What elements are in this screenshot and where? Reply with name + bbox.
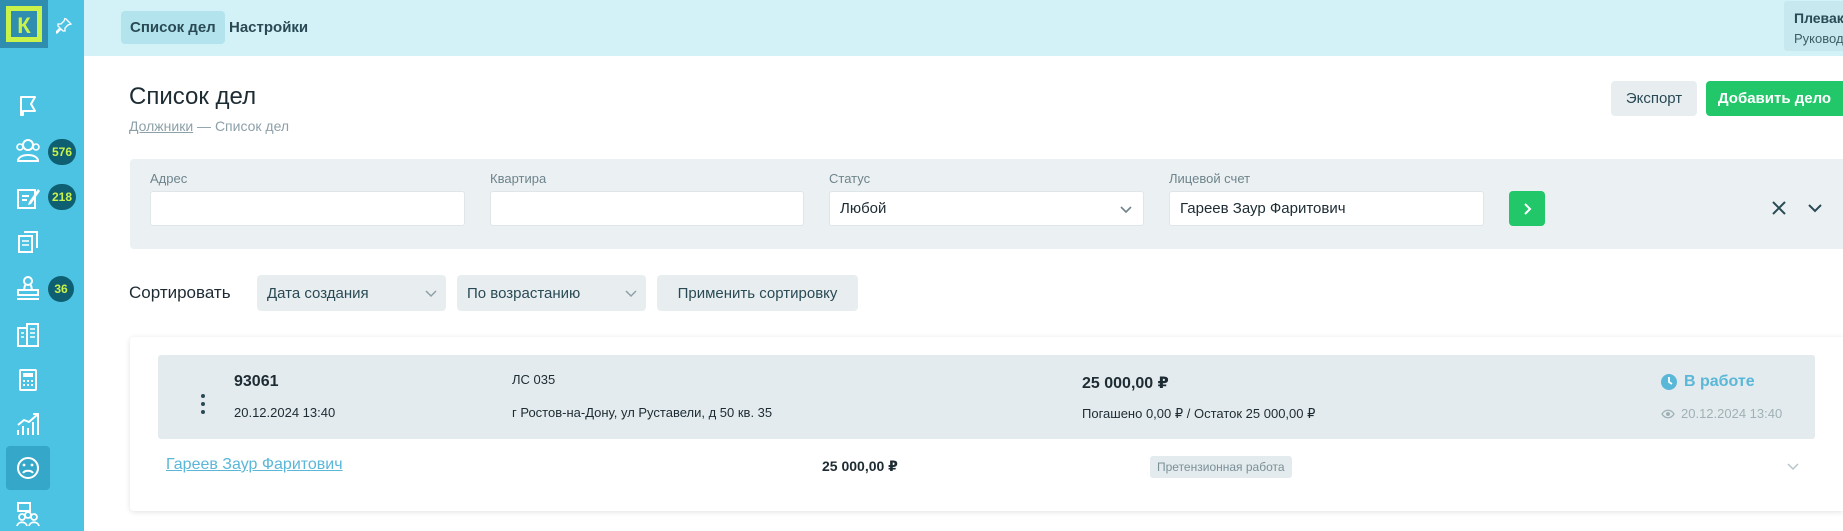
case-status: В работе (1660, 373, 1755, 391)
logo-icon: К (6, 6, 42, 42)
building-icon (17, 323, 39, 347)
debtor-sum: 25 000,00 ₽ (822, 458, 898, 474)
user-name: Плевако Д. В. (1794, 10, 1843, 26)
clock-icon (1661, 374, 1677, 390)
sidebar-item-court[interactable] (6, 266, 50, 310)
stage-badge: Претензионная работа (1150, 456, 1292, 478)
sad-face-icon (17, 457, 39, 479)
chevron-down-icon (625, 290, 637, 298)
sidebar-item-team[interactable] (6, 492, 50, 531)
chevron-down-icon (1808, 204, 1822, 213)
documents-count-badge: 218 (48, 184, 77, 210)
logo[interactable]: К (0, 0, 48, 48)
more-vertical-icon[interactable] (200, 393, 206, 415)
svg-text:К: К (17, 13, 31, 38)
case-updated: 20.12.2024 13:40 (1661, 406, 1782, 421)
analytics-icon (17, 413, 39, 435)
sidebar-item-debts[interactable] (6, 446, 50, 490)
apartment-input[interactable] (490, 191, 804, 226)
calculator-icon (19, 369, 37, 391)
tab-case-list[interactable]: Список дел (121, 11, 225, 44)
pin-icon[interactable] (52, 14, 76, 38)
sort-order-select[interactable]: По возрастанию (457, 275, 646, 311)
account-label: Лицевой счет (1169, 171, 1251, 186)
status-select-value: Любой (840, 200, 887, 217)
sort-label: Сортировать (129, 283, 231, 302)
filter-panel: Адрес Квартира Статус Любой Лицевой счет… (130, 159, 1843, 249)
case-account: ЛС 035 (512, 372, 556, 387)
breadcrumb: Должники — Список дел (129, 118, 289, 134)
case-summary-row[interactable]: 93061 20.12.2024 13:40 ЛС 035 г Ростов-н… (158, 355, 1815, 439)
case-paid-remaining: Погашено 0,00 ₽ / Остаток 25 000,00 ₽ (1082, 406, 1316, 421)
sidebar-item-files[interactable] (6, 220, 50, 264)
breadcrumb-separator: — (197, 118, 212, 134)
search-submit-button[interactable] (1509, 191, 1545, 226)
documents-icon (18, 231, 38, 253)
status-label: Статус (829, 171, 871, 186)
sort-order-value: По возрастанию (467, 284, 581, 302)
address-label: Адрес (150, 171, 188, 186)
debtor-link[interactable]: Гареев Заур Фаритович (166, 456, 343, 474)
case-address: г Ростов-на-Дону, ул Руставели, д 50 кв.… (512, 405, 773, 420)
case-sum: 25 000,00 ₽ (1082, 375, 1169, 392)
sidebar: К 576 218 36 (0, 0, 84, 531)
sidebar-item-buildings[interactable] (6, 313, 50, 357)
sort-field-value: Дата создания (267, 284, 369, 302)
case-updated-date: 20.12.2024 13:40 (1681, 406, 1783, 421)
close-icon (1772, 201, 1786, 215)
sidebar-item-cases[interactable] (6, 84, 50, 128)
breadcrumb-debtors-link[interactable]: Должники (129, 118, 193, 134)
chevron-down-icon (1120, 206, 1132, 214)
eye-icon (1661, 409, 1675, 418)
sidebar-item-calculator[interactable] (6, 358, 50, 402)
court-count-badge: 36 (48, 276, 74, 302)
sidebar-item-debtors[interactable] (6, 128, 50, 172)
user-role: Руководитель, Клюкови (1794, 31, 1843, 46)
team-icon (16, 502, 40, 527)
address-input[interactable] (150, 191, 465, 226)
top-bar: Список дел Настройки Плевако Д. В. Руков… (84, 0, 1843, 56)
chevron-down-icon (425, 290, 437, 298)
court-stamp-icon (17, 276, 39, 300)
edit-document-icon (17, 189, 40, 209)
account-input[interactable]: Гареев Заур Фаритович (1169, 191, 1484, 226)
page-title: Список дел (129, 83, 257, 110)
debtors-count-badge: 576 (48, 139, 77, 165)
case-status-label: В работе (1684, 373, 1755, 390)
sidebar-item-analytics[interactable] (6, 402, 50, 446)
status-select[interactable]: Любой (829, 191, 1144, 226)
users-icon (16, 139, 40, 162)
add-case-button[interactable]: Добавить дело (1706, 81, 1843, 116)
case-card: 93061 20.12.2024 13:40 ЛС 035 г Ростов-н… (130, 337, 1843, 511)
flag-icon (20, 96, 36, 116)
export-button[interactable]: Экспорт (1611, 81, 1697, 116)
tab-settings[interactable]: Настройки (220, 11, 317, 44)
app-root: К 576 218 36 Список дел Настройки Плевак… (0, 0, 1843, 531)
case-created-date: 20.12.2024 13:40 (234, 405, 336, 420)
breadcrumb-current: Список дел (214, 118, 290, 134)
apartment-label: Квартира (490, 171, 547, 186)
user-menu[interactable]: Плевако Д. В. Руководитель, Клюкови (1784, 1, 1843, 51)
apply-sort-button[interactable]: Применить сортировку (657, 275, 858, 311)
sort-field-select[interactable]: Дата создания (257, 275, 446, 311)
expand-debtor-button[interactable] (1784, 457, 1802, 475)
chevron-down-icon (1787, 463, 1799, 471)
chevron-right-icon (1524, 202, 1532, 215)
case-number: 93061 (234, 373, 279, 390)
sidebar-item-documents[interactable] (6, 176, 50, 220)
clear-filters-button[interactable] (1768, 197, 1790, 219)
expand-filters-button[interactable] (1804, 197, 1826, 219)
